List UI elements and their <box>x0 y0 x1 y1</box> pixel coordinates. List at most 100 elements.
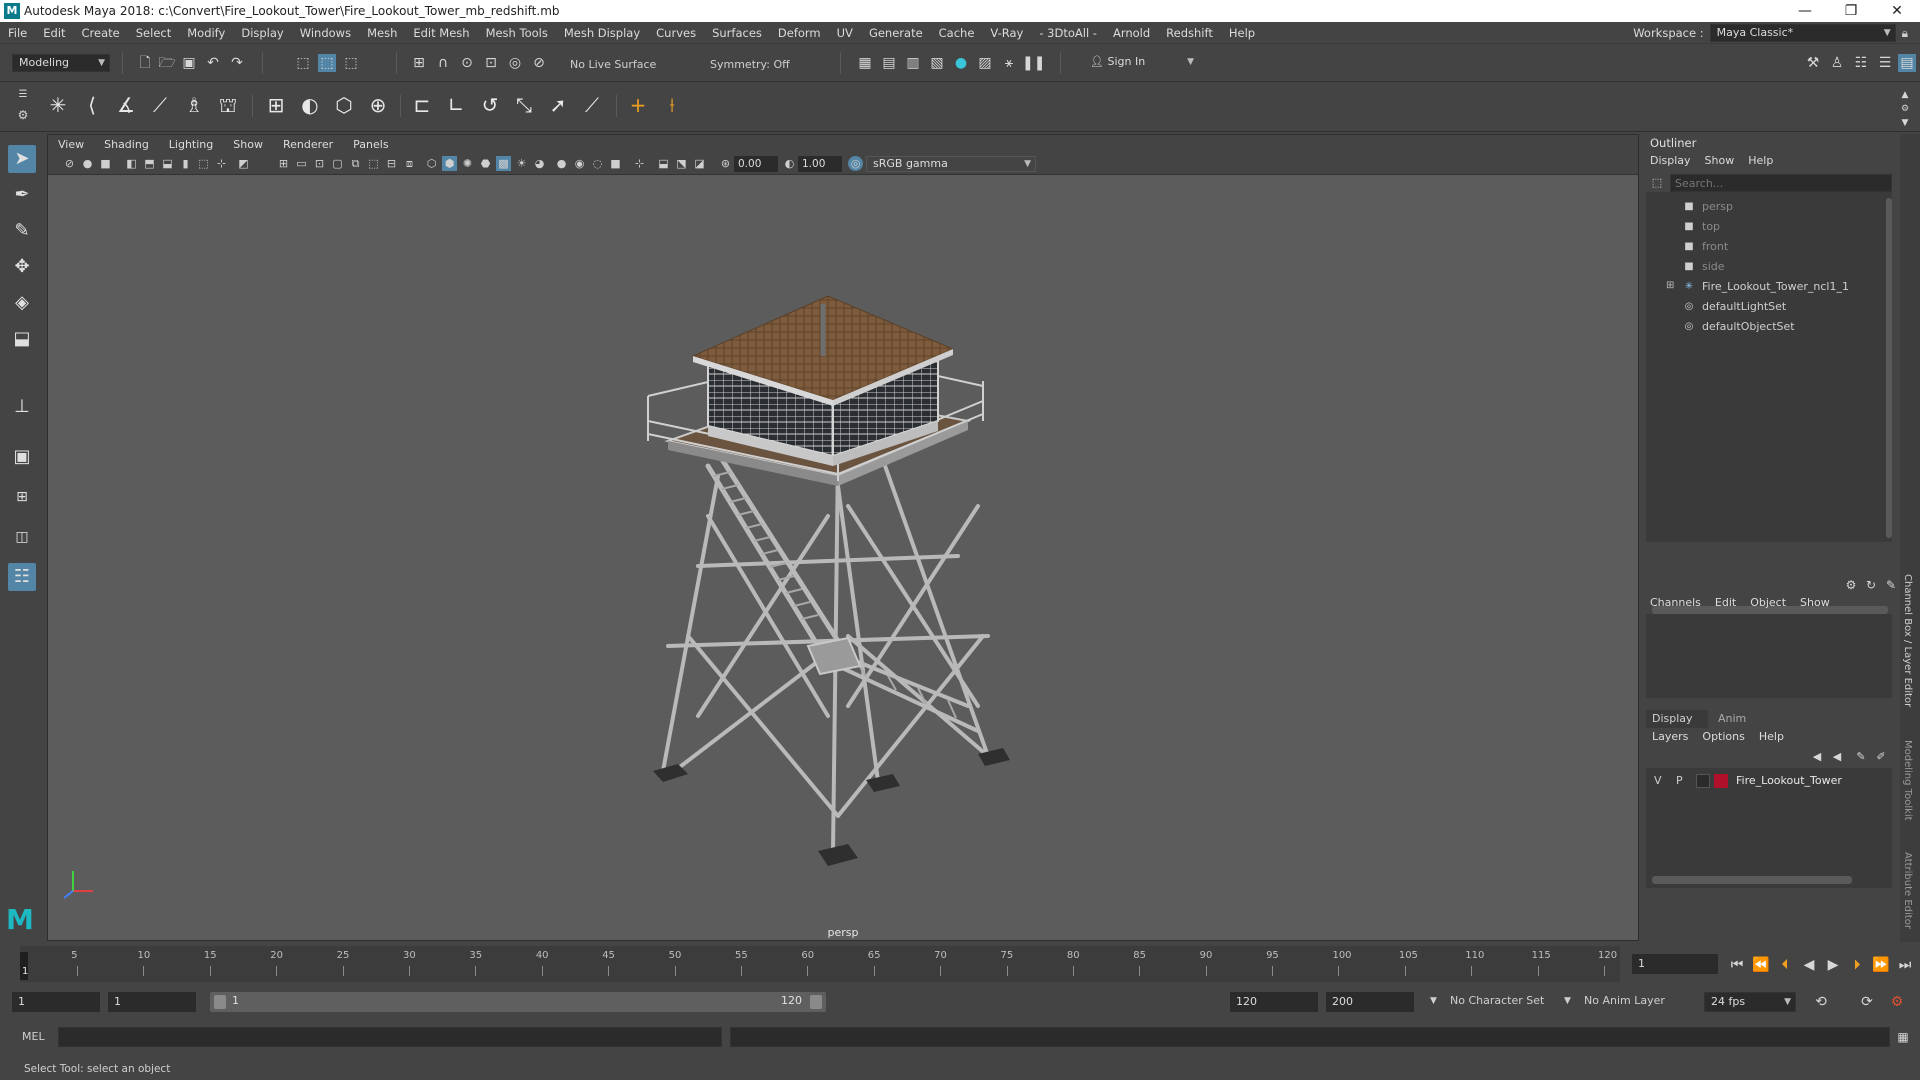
shelf-settings-icon[interactable]: ⚙ <box>14 106 32 124</box>
new-scene-icon[interactable]: 🗋 <box>136 54 154 72</box>
3d-scene[interactable]: persp <box>48 176 1638 940</box>
layer-type-toggle[interactable] <box>1696 774 1710 788</box>
menu-3dtoall[interactable]: - 3DtoAll - <box>1031 26 1105 40</box>
gate-mask-icon[interactable]: ◩ <box>236 156 251 171</box>
tool-settings-icon[interactable]: ☰ <box>1876 54 1894 72</box>
live-surface-label[interactable]: No Live Surface <box>570 58 656 71</box>
select-component-icon[interactable]: ⬚ <box>342 54 360 72</box>
attribute-editor-icon[interactable]: ☷ <box>1852 54 1870 72</box>
expand-icon[interactable]: ⊞ <box>1666 280 1674 291</box>
menu-cache[interactable]: Cache <box>931 26 983 40</box>
open-scene-icon[interactable]: 🗁 <box>158 54 176 72</box>
paint-select-icon[interactable]: ✎ <box>8 217 36 245</box>
outliner-search-input[interactable] <box>1670 174 1892 192</box>
lights-icon[interactable]: ☀ <box>514 156 529 171</box>
range-slider[interactable]: 1 120 <box>210 992 826 1012</box>
wireframe-icon[interactable]: ⊞ <box>276 156 291 171</box>
render-view-icon[interactable]: ▧ <box>928 54 946 72</box>
layer-playback-toggle[interactable]: P <box>1676 774 1683 787</box>
constraint-scale-icon[interactable]: ⤡ <box>510 91 538 119</box>
menu-mesh[interactable]: Mesh <box>359 26 405 40</box>
layer-row-fire-lookout-tower[interactable]: V P Fire_Lookout_Tower <box>1646 772 1892 790</box>
resolution-icon[interactable]: ◪ <box>692 156 707 171</box>
step-forward-frame-icon[interactable]: ⏩ <box>1872 956 1890 974</box>
channel-box-area[interactable] <box>1646 614 1892 698</box>
menu-generate[interactable]: Generate <box>861 26 931 40</box>
outliner-vertical-scrollbar[interactable] <box>1886 198 1892 538</box>
undo-icon[interactable]: ↶ <box>204 54 222 72</box>
outliner-menu-display[interactable]: Display <box>1650 154 1691 167</box>
shadows-icon[interactable]: ⬚ <box>366 156 381 171</box>
menu-windows[interactable]: Windows <box>292 26 359 40</box>
camera-attributes-icon[interactable]: ⊘ <box>62 156 77 171</box>
pause-icon[interactable]: ❚❚ <box>1022 54 1045 72</box>
menu-help[interactable]: Help <box>1221 26 1263 40</box>
panel-menu-shading[interactable]: Shading <box>94 138 159 151</box>
timeline-ruler[interactable]: 5 10 15 20 25 30 35 40 45 50 55 60 65 70 75 80 85 90 95 100… <box>20 946 1620 982</box>
outliner-item-top[interactable]: ■ top <box>1682 218 1720 236</box>
outliner-filter-icon[interactable]: ⬚ <box>1648 174 1666 192</box>
play-forwards-icon[interactable]: ▶ <box>1824 956 1842 974</box>
multisample-icon[interactable]: ▩ <box>496 156 511 171</box>
render-frame-icon[interactable]: ▤ <box>880 54 898 72</box>
menu-mesh-tools[interactable]: Mesh Tools <box>478 26 556 40</box>
scale-tool-icon[interactable]: ⬓ <box>8 325 36 353</box>
current-frame-field[interactable]: 1 <box>1632 954 1718 974</box>
panel-menu-lighting[interactable]: Lighting <box>159 138 223 151</box>
color-management-icon[interactable]: ◎ <box>848 156 863 171</box>
channel-box-edit-icon[interactable]: ✎ <box>1882 576 1900 594</box>
layer-move-up-icon[interactable]: ◀ <box>1808 748 1826 766</box>
panel-menu-view[interactable]: View <box>48 138 94 151</box>
range-slider-start-handle[interactable] <box>214 995 226 1009</box>
layer-scrollbar[interactable] <box>1652 876 1852 884</box>
workspace-dropdown[interactable]: Maya Classic* ▼ <box>1709 24 1896 42</box>
select-hierarchy-icon[interactable]: ⬚ <box>294 54 312 72</box>
shelf-scroll-down-icon[interactable]: ▼ <box>1896 114 1914 132</box>
snap-point-icon[interactable]: ⊙ <box>458 54 476 72</box>
channel-menu-show[interactable]: Show <box>1800 596 1830 609</box>
ik-handle-icon[interactable]: ∡ <box>112 91 140 119</box>
depth-of-field-icon[interactable]: ◉ <box>572 156 587 171</box>
cluster-icon[interactable]: ⊕ <box>364 91 392 119</box>
layer-name[interactable]: Fire_Lookout_Tower <box>1736 774 1842 787</box>
isolate-select-icon[interactable]: ⬡ <box>424 156 439 171</box>
play-backwards-icon[interactable]: ◀ <box>1800 956 1818 974</box>
constraint-aim-icon[interactable]: ➚ <box>544 91 572 119</box>
panel-menu-renderer[interactable]: Renderer <box>273 138 343 151</box>
maximize-button[interactable]: ❐ <box>1828 0 1874 22</box>
outliner-item-fire-lookout-tower[interactable]: ✳ Fire_Lookout_Tower_ncl1_1 <box>1682 278 1849 296</box>
snap-view-icon[interactable]: ⊡ <box>482 54 500 72</box>
menu-deform[interactable]: Deform <box>770 26 829 40</box>
symmetry-label[interactable]: Symmetry: Off <box>710 58 790 71</box>
camera-toggle-icon[interactable]: ◕ <box>532 156 547 171</box>
modeling-toolkit-icon[interactable]: ⚒ <box>1804 54 1822 72</box>
select-tool-icon[interactable]: ➤ <box>8 145 36 173</box>
tab-modeling-toolkit[interactable]: Modeling Toolkit <box>1902 740 1913 821</box>
close-button[interactable]: ✕ <box>1874 0 1920 22</box>
menu-surfaces[interactable]: Surfaces <box>704 26 770 40</box>
channel-menu-object[interactable]: Object <box>1750 596 1786 609</box>
render-settings-icon[interactable]: ▦ <box>856 54 874 72</box>
menu-arnold[interactable]: Arnold <box>1105 26 1158 40</box>
menu-file[interactable]: File <box>0 26 35 40</box>
go-to-start-icon[interactable]: ⏮ <box>1728 956 1746 974</box>
render-setup-icon[interactable]: ▨ <box>976 54 994 72</box>
shelf-menu-icon[interactable]: ☰ <box>14 86 32 104</box>
human-ik-icon[interactable]: ♙ <box>1828 54 1846 72</box>
sign-in-button[interactable]: 👤︎ Sign In ▼ <box>1084 54 1198 72</box>
step-back-frame-icon[interactable]: ⏪ <box>1752 956 1770 974</box>
range-slider-end-handle[interactable] <box>810 995 822 1009</box>
playback-end-field[interactable]: 120 <box>1230 992 1318 1012</box>
smooth-bind-icon[interactable]: ◐ <box>296 91 324 119</box>
anim-layer-label[interactable]: No Anim Layer <box>1584 994 1665 1007</box>
animation-end-field[interactable]: 200 <box>1326 992 1414 1012</box>
four-view-icon[interactable]: ⊞ <box>8 483 36 511</box>
animation-preferences-icon[interactable]: ⚙ <box>1888 993 1906 1011</box>
menu-modify[interactable]: Modify <box>179 26 233 40</box>
ipr-render-icon[interactable]: ▥ <box>904 54 922 72</box>
layer-color-swatch[interactable] <box>1714 774 1728 788</box>
gamma-field[interactable]: 1.00 <box>798 156 842 172</box>
step-forward-key-icon[interactable]: ⏵ <box>1848 956 1866 974</box>
menu-edit-mesh[interactable]: Edit Mesh <box>405 26 477 40</box>
layer-visibility-toggle[interactable]: V <box>1654 774 1662 787</box>
